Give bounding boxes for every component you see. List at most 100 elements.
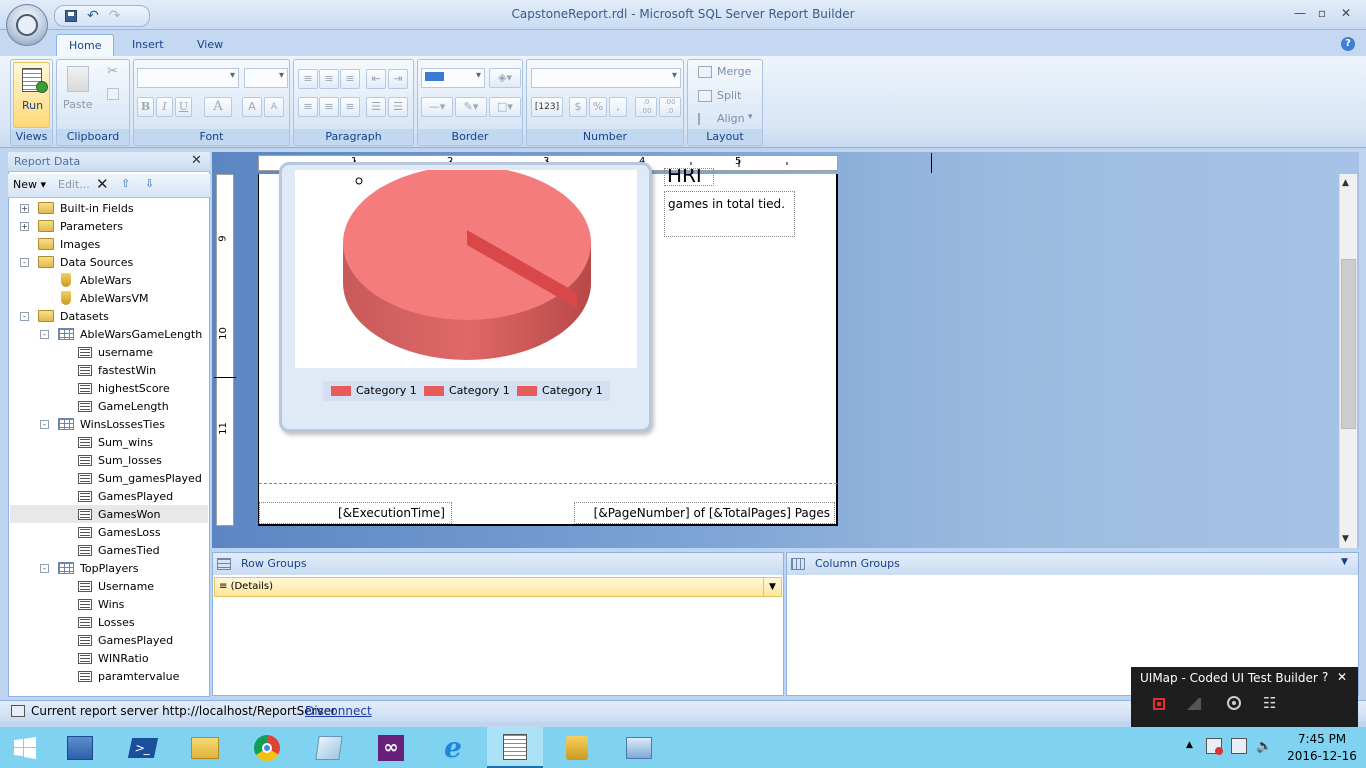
scroll-down-icon[interactable]: ▼ bbox=[1342, 534, 1349, 544]
tree-item[interactable]: Images bbox=[10, 235, 208, 253]
align-center-icon[interactable]: ≡ bbox=[319, 97, 339, 117]
tree-item[interactable]: paramtervalue bbox=[10, 667, 208, 685]
taskbar-app-control-panel[interactable] bbox=[611, 727, 667, 768]
selection-handle[interactable] bbox=[355, 177, 363, 185]
tree-item[interactable]: Wins bbox=[10, 595, 208, 613]
align-top-icon[interactable]: ≡ bbox=[298, 69, 318, 89]
details-group-item[interactable]: ≡ (Details) bbox=[214, 577, 782, 597]
tree-item[interactable]: AbleWars bbox=[10, 271, 208, 289]
collapse-icon[interactable]: - bbox=[20, 257, 29, 267]
align-left-icon[interactable]: ≡ bbox=[298, 97, 318, 117]
increase-indent-icon[interactable]: ⇥ bbox=[388, 69, 408, 89]
page-number-textbox[interactable]: [&PageNumber] of [&TotalPages] Pages bbox=[574, 502, 835, 524]
tree-item[interactable]: Sum_losses bbox=[10, 451, 208, 469]
tree-item[interactable]: - Data Sources bbox=[10, 253, 208, 271]
decrease-indent-icon[interactable]: ⇤ bbox=[366, 69, 386, 89]
merge-button[interactable]: Merge bbox=[717, 65, 751, 78]
tab-home[interactable]: Home bbox=[56, 34, 115, 56]
delete-icon[interactable]: ✕ bbox=[96, 175, 109, 193]
placeholder-style-icon[interactable]: [123] bbox=[531, 97, 563, 117]
tree-item[interactable]: Losses bbox=[10, 613, 208, 631]
tree-item[interactable]: - Datasets bbox=[10, 307, 208, 325]
tree-item[interactable]: + Built-in Fields bbox=[10, 199, 208, 217]
align-bottom-icon[interactable]: ≡ bbox=[340, 69, 360, 89]
comma-button[interactable]: , bbox=[609, 97, 627, 117]
new-dropdown[interactable]: New ▾ bbox=[13, 178, 46, 191]
border-width-combo[interactable]: 1pt bbox=[421, 68, 485, 88]
design-vertical-scrollbar[interactable]: ▲ ▼ bbox=[1339, 174, 1357, 548]
uimap-help-button[interactable]: ? bbox=[1322, 670, 1328, 684]
collapse-icon[interactable]: - bbox=[40, 419, 49, 429]
minimize-button[interactable]: — bbox=[1289, 6, 1311, 22]
copy-icon[interactable] bbox=[107, 88, 119, 100]
show-steps-icon[interactable] bbox=[1185, 698, 1201, 710]
title-textbox[interactable]: HRI bbox=[664, 168, 714, 186]
tray-overflow-icon[interactable]: ▲ bbox=[1186, 740, 1193, 750]
clock-time[interactable]: 7:45 PM bbox=[1290, 732, 1354, 746]
run-button[interactable]: Run bbox=[13, 62, 50, 128]
clock-date[interactable]: 2016-12-16 bbox=[1284, 749, 1360, 763]
increase-decimal-button[interactable]: .0 .00 bbox=[635, 97, 657, 117]
tree-item[interactable]: fastestWin bbox=[10, 361, 208, 379]
expand-icon[interactable]: + bbox=[20, 221, 29, 231]
tree-item[interactable]: username bbox=[10, 343, 208, 361]
tree-item[interactable]: - AbleWarsGameLength bbox=[10, 325, 208, 343]
tree-item[interactable]: Sum_wins bbox=[10, 433, 208, 451]
tab-view[interactable]: View bbox=[185, 34, 235, 56]
grow-font-button[interactable]: A bbox=[242, 97, 262, 117]
column-groups-dropdown-icon[interactable]: ▼ bbox=[1341, 557, 1348, 567]
tab-insert[interactable]: Insert bbox=[120, 34, 176, 56]
taskbar-app-powershell[interactable]: >_ bbox=[115, 727, 171, 768]
disconnect-link[interactable]: Disconnect bbox=[305, 704, 372, 718]
decrease-decimal-button[interactable]: .00 .0 bbox=[659, 97, 681, 117]
scroll-thumb[interactable] bbox=[1341, 259, 1356, 429]
bold-button[interactable]: B bbox=[137, 97, 154, 117]
uimap-close-button[interactable]: ✕ bbox=[1337, 670, 1347, 684]
tree-item[interactable]: + Parameters bbox=[10, 217, 208, 235]
generate-code-icon[interactable]: ☷ bbox=[1263, 694, 1276, 712]
align-dropdown-icon[interactable]: ▾ bbox=[748, 112, 753, 122]
split-button[interactable]: Split bbox=[717, 89, 741, 102]
taskbar-app-notes[interactable] bbox=[301, 727, 357, 768]
close-pane-icon[interactable]: ✕ bbox=[191, 153, 202, 168]
border-style-icon[interactable]: —▾ bbox=[421, 97, 453, 117]
tree-item[interactable]: - WinsLossesTies bbox=[10, 415, 208, 433]
tree-item[interactable]: GamesLoss bbox=[10, 523, 208, 541]
taskbar-app-visual-studio[interactable]: ∞ bbox=[363, 727, 419, 768]
tree-item[interactable]: highestScore bbox=[10, 379, 208, 397]
details-dropdown-icon[interactable]: ▼ bbox=[763, 578, 781, 596]
taskbar-app-explorer[interactable] bbox=[177, 727, 233, 768]
cut-icon[interactable]: ✂ bbox=[107, 64, 118, 79]
tree-item[interactable]: WINRatio bbox=[10, 649, 208, 667]
move-down-icon[interactable]: ⇩ bbox=[145, 177, 154, 190]
font-family-combo[interactable] bbox=[137, 68, 239, 88]
paste-button[interactable]: Paste bbox=[63, 98, 93, 111]
tray-network-icon[interactable] bbox=[1206, 738, 1223, 755]
borders-icon[interactable]: □▾ bbox=[489, 97, 521, 117]
taskbar-app-tools[interactable] bbox=[549, 727, 605, 768]
tied-textbox[interactable]: games in total tied. bbox=[664, 191, 795, 237]
tree-item[interactable]: - TopPlayers bbox=[10, 559, 208, 577]
collapse-icon[interactable]: - bbox=[40, 563, 49, 573]
tree-item[interactable]: GamesPlayed bbox=[10, 487, 208, 505]
tree-item[interactable]: GameLength bbox=[10, 397, 208, 415]
execution-time-textbox[interactable]: [&ExecutionTime] bbox=[259, 502, 452, 524]
numbering-icon[interactable]: ☰ bbox=[388, 97, 408, 117]
font-size-combo[interactable] bbox=[244, 68, 288, 88]
underline-button[interactable]: U bbox=[175, 97, 192, 117]
percent-button[interactable]: % bbox=[589, 97, 607, 117]
taskbar-app-report-builder[interactable] bbox=[487, 727, 543, 768]
bullets-icon[interactable]: ☰ bbox=[366, 97, 386, 117]
expand-icon[interactable]: + bbox=[20, 203, 29, 213]
close-button[interactable]: ✕ bbox=[1335, 6, 1357, 22]
scroll-up-icon[interactable]: ▲ bbox=[1342, 178, 1349, 188]
italic-button[interactable]: I bbox=[156, 97, 173, 117]
record-icon[interactable] bbox=[1153, 698, 1165, 710]
taskbar-app-chrome[interactable] bbox=[239, 727, 295, 768]
taskbar-app-network[interactable] bbox=[52, 727, 108, 768]
align-button[interactable]: Align bbox=[717, 112, 745, 125]
edit-button[interactable]: Edit... bbox=[58, 178, 90, 191]
tree-item[interactable]: Username bbox=[10, 577, 208, 595]
tree-item[interactable]: GamesPlayed bbox=[10, 631, 208, 649]
number-format-combo[interactable] bbox=[531, 68, 681, 88]
